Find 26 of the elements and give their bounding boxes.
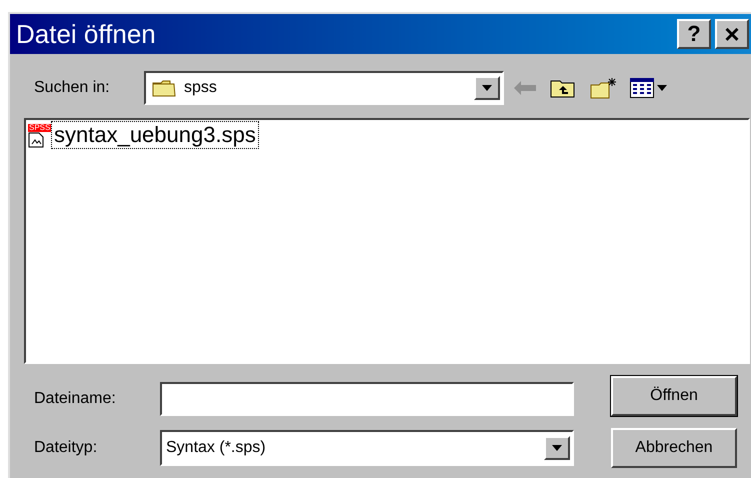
filename-label: Dateiname: bbox=[34, 389, 117, 409]
window-title: Datei öffnen bbox=[16, 18, 157, 50]
help-button[interactable]: ? bbox=[677, 19, 711, 49]
filetype-dropdown[interactable]: Syntax (*.sps) bbox=[160, 430, 574, 466]
list-view-icon bbox=[630, 78, 654, 98]
caret-icon bbox=[657, 85, 667, 91]
caret-icon bbox=[552, 445, 562, 451]
look-in-dropdown[interactable]: spss bbox=[144, 71, 504, 105]
filetype-value: Syntax (*.sps) bbox=[166, 438, 267, 458]
dropdown-button[interactable] bbox=[544, 436, 570, 460]
new-folder-icon[interactable] bbox=[590, 77, 618, 99]
folder-name: spss bbox=[184, 78, 218, 98]
document-icon bbox=[28, 132, 44, 148]
dialog-button[interactable]: Abbrechen bbox=[611, 428, 737, 468]
dropdown-button[interactable] bbox=[474, 76, 500, 100]
view-menu-button[interactable] bbox=[630, 78, 667, 98]
folder-icon bbox=[152, 79, 176, 97]
up-folder-icon[interactable] bbox=[550, 78, 576, 98]
close-button[interactable]: × bbox=[715, 19, 749, 49]
filetype-label: Dateityp: bbox=[34, 438, 98, 458]
file-badge: SPSS bbox=[28, 124, 52, 132]
caret-icon bbox=[482, 85, 492, 91]
file-name: syntax_uebung3.sps bbox=[52, 122, 258, 148]
filename-field[interactable] bbox=[160, 382, 574, 416]
look-in-label: Suchen in: bbox=[34, 78, 111, 98]
dialog-button[interactable]: Öffnen bbox=[611, 376, 737, 416]
